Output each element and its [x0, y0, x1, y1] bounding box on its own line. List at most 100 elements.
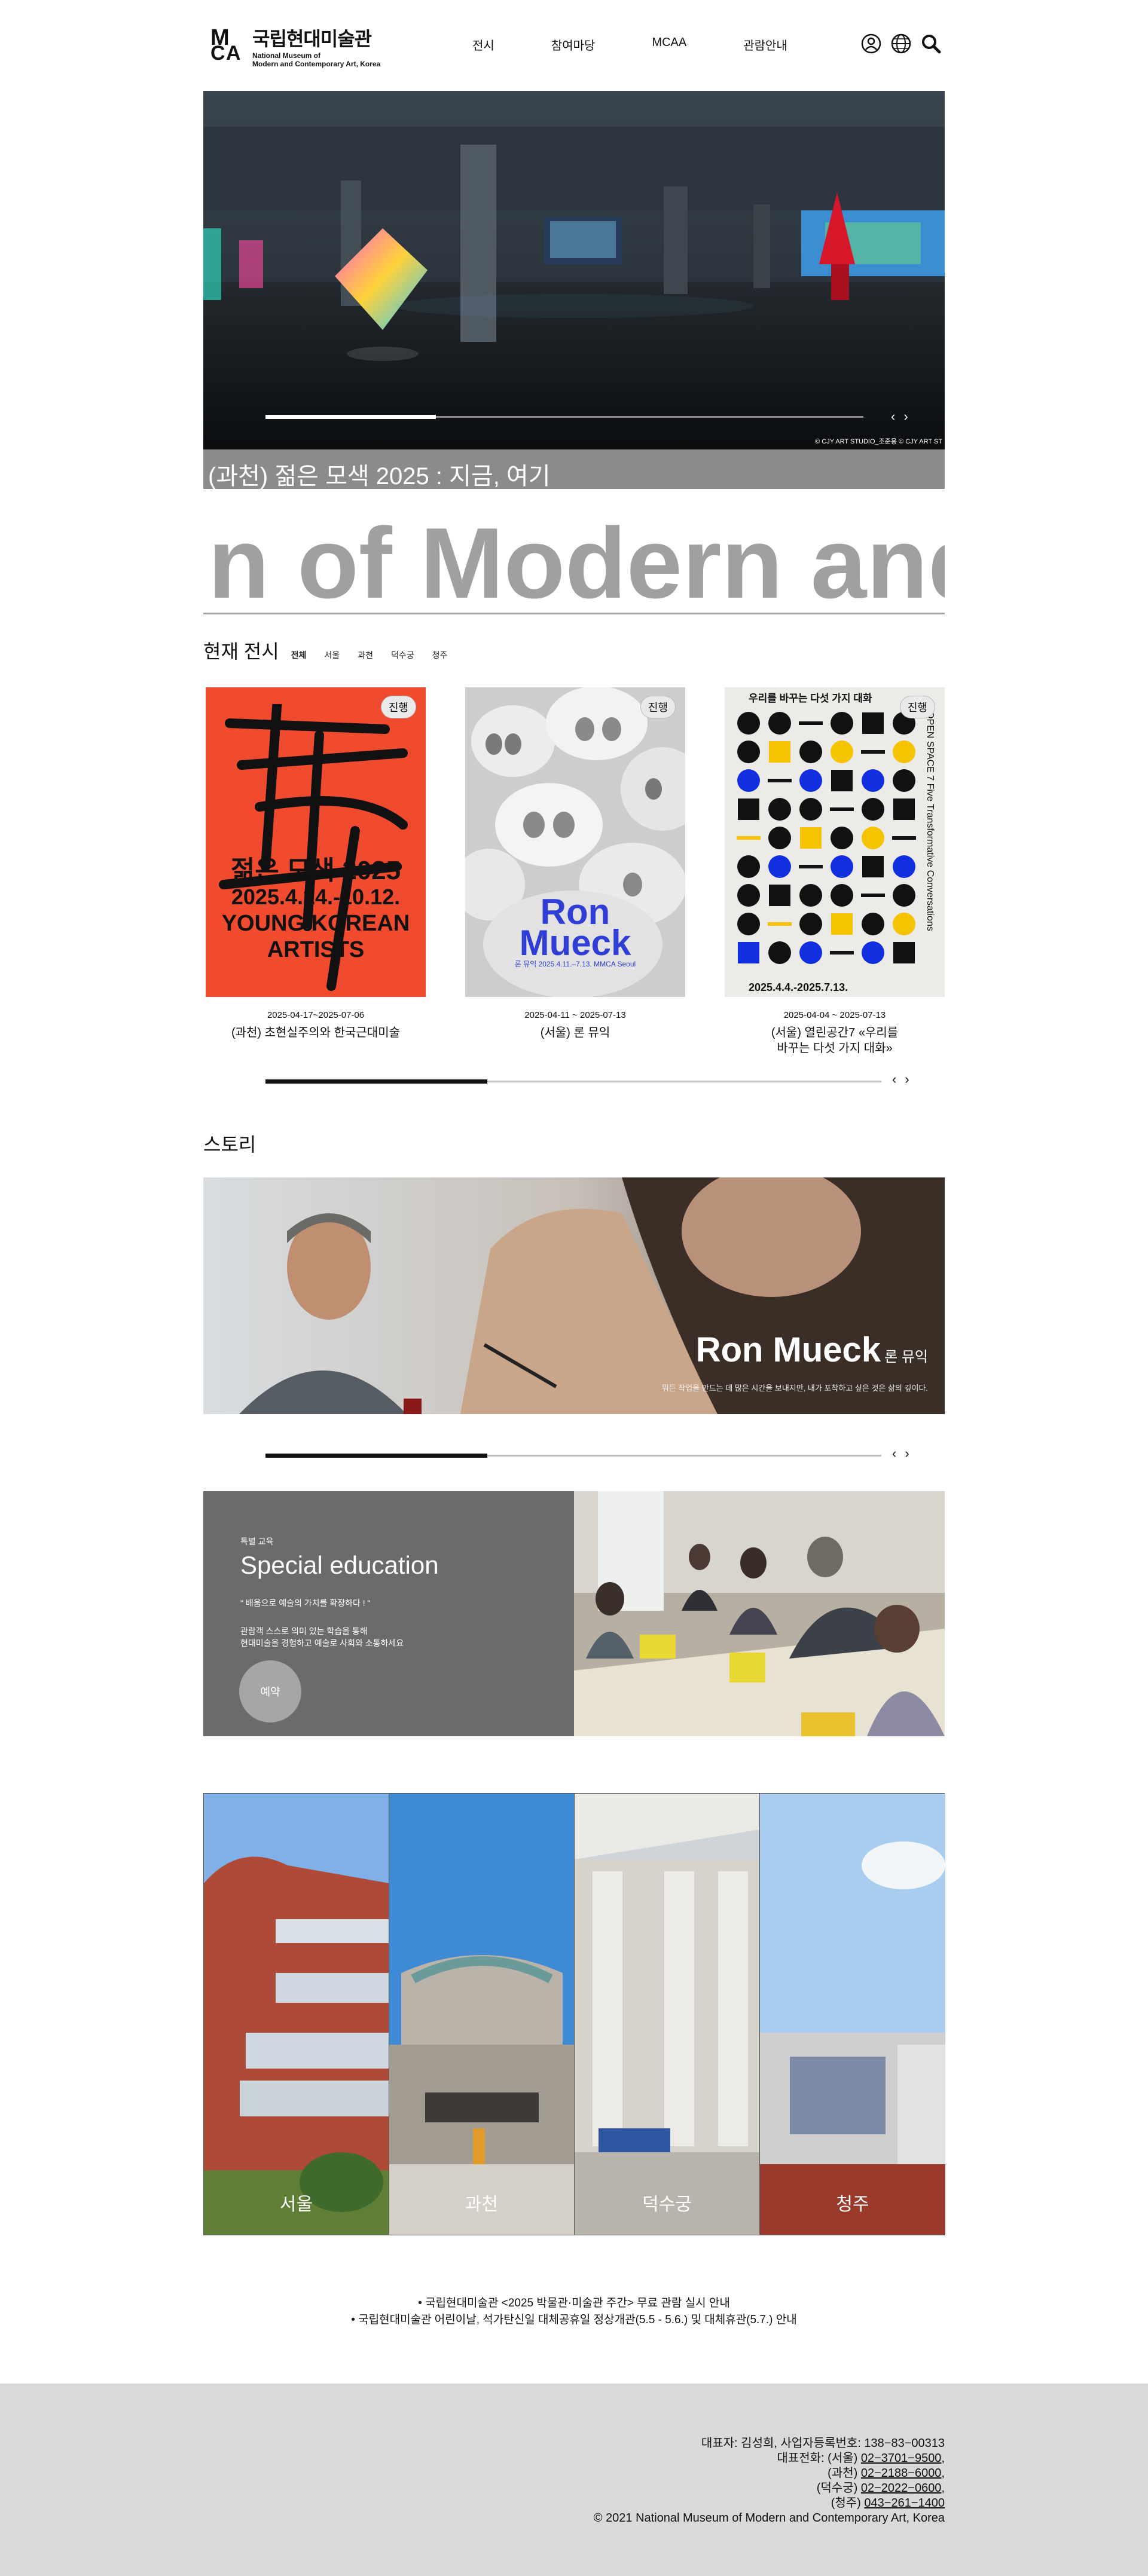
story-scrollbar-fill[interactable]	[265, 1454, 487, 1458]
exhibition-poster[interactable]: 젊은 모색 2025 2025.4.24.-10.12. YOUNG KOREA…	[206, 687, 426, 997]
search-icon[interactable]	[921, 33, 941, 54]
current-title: 현재 전시	[203, 641, 279, 662]
marquee-banner: n of Modern and Co	[203, 508, 945, 614]
logo-title-en-2: Modern and Contemporary Art, Korea	[252, 60, 381, 68]
filter-deoksugung[interactable]: 덕수궁	[391, 649, 414, 661]
poster-title: 우리를 바꾸는 다섯 가지 대화	[749, 693, 872, 704]
poster-shape	[831, 913, 853, 935]
exhibition-next-button[interactable]: ›	[905, 1072, 909, 1087]
exhibition-card[interactable]: 우리를 바꾸는 다섯 가지 대화 2025.4.4.-2025.7.13. OP…	[725, 687, 945, 1056]
nav-item-exhibitions[interactable]: 전시	[472, 36, 494, 53]
poster-shape	[831, 827, 853, 849]
story-banner[interactable]: Ron Mueck 론 뮤익 뭐든 작업을 만드는 데 많은 시간을 보내지만, …	[203, 1177, 945, 1414]
hero-caption[interactable]: (과천) 젊은 모색 2025 : 지금, 여기	[208, 457, 551, 489]
poster-shape	[831, 712, 853, 735]
globe-icon[interactable]	[891, 33, 911, 54]
poster-shape	[737, 913, 760, 935]
branch-card-cheongju[interactable]: 청주	[760, 1794, 945, 2235]
filter-all[interactable]: 전체	[291, 649, 307, 661]
nav-item-visit[interactable]: 관람안내	[743, 36, 787, 53]
poster-shape	[799, 913, 822, 935]
footer-tel-link[interactable]: 02−3701−9500	[861, 2452, 942, 2465]
card-title[interactable]: (서울) 열린공간7 «우리를 바꾸는 다섯 가지 대화»	[725, 1025, 945, 1056]
poster-shape	[893, 913, 915, 935]
story-title: 스토리	[203, 1134, 257, 1155]
poster-shape	[862, 913, 884, 935]
footer-tel-link[interactable]: 02−2188−6000	[861, 2467, 942, 2480]
poster-shape	[737, 741, 760, 763]
hero-credit: © CJY ART STUDIO_조준용 © CJY ART ST	[815, 438, 942, 445]
notice-item[interactable]: • 국립현대미술관 <2025 박물관·미술관 주간> 무료 관람 실시 안내	[203, 2295, 945, 2312]
story-prev-button[interactable]: ‹	[892, 1446, 896, 1461]
story-image	[203, 1177, 945, 1414]
current-exhibitions: 현재 전시 전체 서울 과천 덕수궁 청주 젊은 모색 2025 2025.4.…	[203, 637, 945, 1103]
education-panel: 특별 교육 Special education " 배움으로 예술의 가치를 확…	[203, 1491, 574, 1736]
poster-shape	[799, 865, 823, 868]
education-desc-line-2: 현대미술을 경험하고 예술로 사회와 소통하세요	[240, 1638, 404, 1648]
branch-label[interactable]: 과천	[389, 2189, 574, 2216]
card-title[interactable]: (과천) 초현실주의와 한국근대미술	[206, 1025, 426, 1041]
exhibition-poster[interactable]: Ron Mueck 론 뮤익 2025.4.11.–7.13. MMCA Seo…	[465, 687, 685, 997]
card-title[interactable]: (서울) 론 뮤익	[465, 1025, 685, 1041]
notice-item[interactable]: • 국립현대미술관 어린이날, 석가탄신일 대체공휴일 정상개관(5.5 - 5…	[203, 2312, 945, 2329]
footer-tel-link[interactable]: 043−261−1400	[864, 2497, 945, 2510]
reserve-button[interactable]: 예약	[239, 1660, 301, 1723]
poster-shape	[831, 741, 853, 763]
education-title: Special education	[240, 1551, 439, 1579]
poster-subtitle-2: ARTISTS	[267, 937, 365, 962]
poster-shape	[862, 769, 884, 792]
education-quote: " 배움으로 예술의 가치를 확장하다 ! "	[240, 1598, 371, 1608]
poster-shape	[768, 941, 791, 964]
notice-text[interactable]: 국립현대미술관 <2025 박물관·미술관 주간> 무료 관람 실시 안내	[425, 2297, 730, 2309]
site-logo[interactable]: M C A 국립현대미술관 National Museum of Modern …	[209, 24, 380, 68]
hero-slider[interactable]: ‹ › © CJY ART STUDIO_조준용 © CJY ART ST (과…	[203, 91, 945, 489]
filter-seoul[interactable]: 서울	[324, 649, 340, 661]
poster-dates: 론 뮤익 2025.4.11.–7.13. MMCA Seoul	[514, 960, 636, 968]
poster-shape	[737, 855, 760, 878]
footer-representative: 대표자: 김성희, 사업자등록번호: 138−83−00313	[701, 2437, 945, 2450]
notice-text[interactable]: 국립현대미술관 어린이날, 석가탄신일 대체공휴일 정상개관(5.5 - 5.6…	[358, 2314, 797, 2326]
branch-card-gwacheon[interactable]: 과천	[389, 1794, 575, 2235]
exhibition-poster[interactable]: 우리를 바꾸는 다섯 가지 대화 2025.4.4.-2025.7.13. OP…	[725, 687, 945, 997]
notice-list: • 국립현대미술관 <2025 박물관·미술관 주간> 무료 관람 실시 안내 …	[203, 2295, 945, 2337]
poster-shape	[737, 769, 760, 792]
poster-shape	[799, 721, 823, 725]
exhibition-scrollbar-fill[interactable]	[265, 1079, 487, 1084]
exhibition-card[interactable]: 젊은 모색 2025 2025.4.24.-10.12. YOUNG KOREA…	[206, 687, 426, 1041]
story-next-button[interactable]: ›	[905, 1446, 909, 1461]
exhibition-card[interactable]: Ron Mueck 론 뮤익 2025.4.11.–7.13. MMCA Seo…	[465, 687, 685, 1041]
branch-label[interactable]: 청주	[760, 2189, 945, 2216]
nav-item-mcaa[interactable]: MCAA	[652, 36, 686, 53]
story-quote: 뭐든 작업을 만드는 데 많은 시간을 보내지만, 내가 포착하고 싶은 것은 …	[661, 1384, 928, 1393]
hero-progress-fill	[265, 415, 436, 419]
hero-caption-bar[interactable]: (과천) 젊은 모색 2025 : 지금, 여기	[203, 449, 945, 489]
poster-graphic	[737, 712, 916, 964]
footer-tel-link[interactable]: 02−2022−0600	[861, 2482, 942, 2495]
nav-item-participation[interactable]: 참여마당	[551, 36, 596, 53]
hero-next-button[interactable]: ›	[903, 409, 908, 424]
poster-shape	[861, 750, 885, 754]
poster-shape	[862, 827, 884, 849]
footer-branch: (청주)	[831, 2497, 861, 2510]
poster-shape	[799, 769, 822, 792]
filter-cheongju[interactable]: 청주	[432, 649, 448, 661]
story-artist-kr: 론 뮤익	[884, 1349, 928, 1365]
story-scrollbar[interactable]	[265, 1454, 881, 1458]
hero-prev-button[interactable]: ‹	[891, 409, 895, 424]
poster-shape	[830, 807, 854, 811]
poster-shape	[831, 855, 853, 878]
main-nav: 전시 참여마당 MCAA 관람안내	[472, 36, 844, 53]
exhibition-scrollbar[interactable]	[265, 1079, 881, 1084]
logo-title-kr: 국립현대미술관	[252, 28, 372, 50]
branch-label[interactable]: 덕수궁	[575, 2189, 759, 2216]
branch-card-seoul[interactable]: 서울	[204, 1794, 389, 2235]
user-icon[interactable]	[861, 33, 881, 54]
branch-gallery: 서울 과천 덕수궁 청주	[203, 1793, 945, 2235]
branch-filter: 전체 서울 과천 덕수궁 청주	[291, 649, 466, 661]
exhibition-prev-button[interactable]: ‹	[892, 1072, 896, 1087]
poster-shape	[768, 855, 791, 878]
filter-gwacheon[interactable]: 과천	[358, 649, 373, 661]
branch-label[interactable]: 서울	[204, 2189, 389, 2216]
card-date: 2025-04-11 ~ 2025-07-13	[524, 1010, 626, 1020]
branch-card-deoksugung[interactable]: 덕수궁	[575, 1794, 760, 2235]
